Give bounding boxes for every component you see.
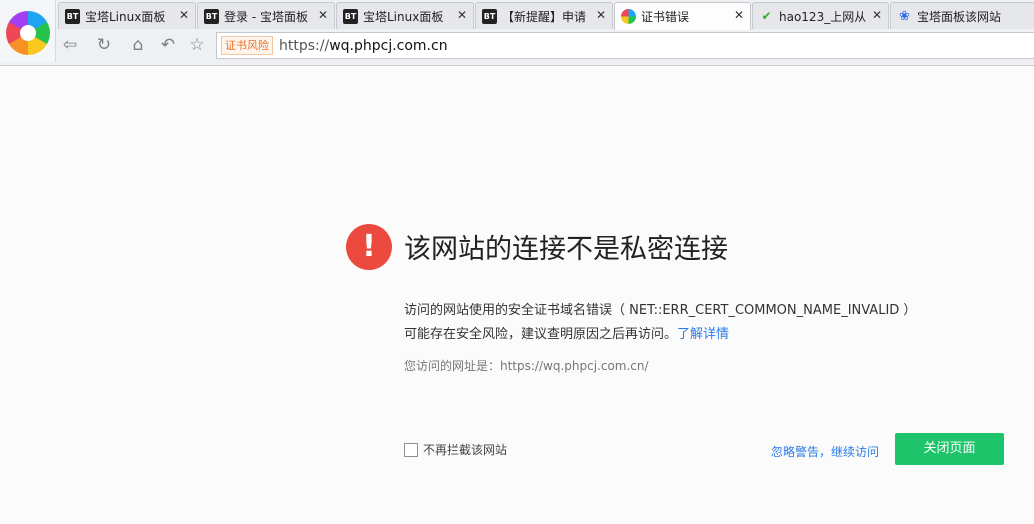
advice-text: 可能存在安全风险，建议查明原因之后再访问。 xyxy=(404,327,678,342)
favorite-star-icon[interactable]: ☆ xyxy=(186,34,208,56)
tab-label: 宝塔面板该网站 xyxy=(917,9,1002,24)
tab-baidu[interactable]: ❀ 宝塔面板该网站 xyxy=(890,2,1034,29)
undo-close-icon[interactable]: ↶ xyxy=(157,34,179,56)
visited-url-text: 您访问的网址是：https://wq.phpcj.com.cn/ xyxy=(404,359,649,373)
close-icon[interactable]: ✕ xyxy=(596,8,606,22)
url-host: wq.phpcj.com.cn xyxy=(329,37,448,54)
close-icon[interactable]: ✕ xyxy=(179,8,189,22)
bt-icon: BT xyxy=(482,8,497,24)
url-scheme: https:// xyxy=(279,37,330,54)
back-icon[interactable]: ⇦ xyxy=(59,34,81,56)
close-page-button[interactable]: 关闭页面 xyxy=(895,433,1004,465)
tab-bt-linux-1[interactable]: BT 宝塔Linux面板 ✕ xyxy=(58,2,196,29)
home-icon[interactable]: ⌂ xyxy=(127,34,149,56)
close-icon[interactable]: ✕ xyxy=(318,8,328,22)
close-icon[interactable]: ✕ xyxy=(872,8,882,22)
warning-exclamation-icon: ! xyxy=(346,224,392,270)
cert-risk-badge[interactable]: 证书风险 xyxy=(221,36,273,55)
error-title: 该网站的连接不是私密连接 xyxy=(404,234,728,265)
tab-cert-error[interactable]: 证书错误 ✕ xyxy=(614,2,751,30)
learn-more-link[interactable]: 了解详情 xyxy=(677,327,729,342)
ignore-warning-link[interactable]: 忽略警告，继续访问 xyxy=(771,443,879,460)
bt-icon: BT xyxy=(65,8,80,24)
error-description: 访问的网站使用的安全证书域名错误（ NET::ERR_CERT_COMMON_N… xyxy=(404,303,917,318)
hao123-icon: ✔ xyxy=(761,9,772,23)
no-block-label: 不再拦截该网站 xyxy=(423,443,508,457)
error-page: ! 该网站的连接不是私密连接 访问的网站使用的安全证书域名错误（ NET::ER… xyxy=(0,67,1034,524)
error-advice: 可能存在安全风险，建议查明原因之后再访问。了解详情 xyxy=(404,323,729,342)
browser-logo-icon xyxy=(6,11,50,55)
baidu-icon: ❀ xyxy=(899,8,910,24)
browser-logo[interactable] xyxy=(0,0,56,62)
tab-strip: BT 宝塔Linux面板 ✕ BT 登录 - 宝塔面板 ✕ BT 宝塔Linux… xyxy=(58,2,1034,30)
no-block-checkbox[interactable] xyxy=(404,442,418,457)
tab-hao123[interactable]: ✔ hao123_上网从 ✕ xyxy=(752,2,889,29)
close-icon[interactable]: ✕ xyxy=(457,8,467,22)
close-icon[interactable]: ✕ xyxy=(734,8,744,22)
navigation-toolbar: ⇦ ↻ ⌂ ↶ ☆ 证书风险 https://wq.phpcj.com.cn xyxy=(56,30,1034,62)
tab-new-reminder[interactable]: BT 【新提醒】申请 ✕ xyxy=(475,2,613,29)
refresh-icon[interactable]: ↻ xyxy=(93,34,115,56)
address-bar[interactable]: 证书风险 https://wq.phpcj.com.cn xyxy=(216,32,1034,59)
url-text[interactable]: https://wq.phpcj.com.cn xyxy=(279,38,448,54)
bt-icon: BT xyxy=(343,8,358,24)
bt-icon: BT xyxy=(204,8,219,24)
tab-bt-linux-2[interactable]: BT 宝塔Linux面板 ✕ xyxy=(336,2,474,29)
browser-logo-icon xyxy=(621,9,636,24)
browser-chrome: BT 宝塔Linux面板 ✕ BT 登录 - 宝塔面板 ✕ BT 宝塔Linux… xyxy=(0,0,1034,66)
tab-bt-login[interactable]: BT 登录 - 宝塔面板 ✕ xyxy=(197,2,335,29)
no-block-option[interactable]: 不再拦截该网站 xyxy=(404,441,507,458)
